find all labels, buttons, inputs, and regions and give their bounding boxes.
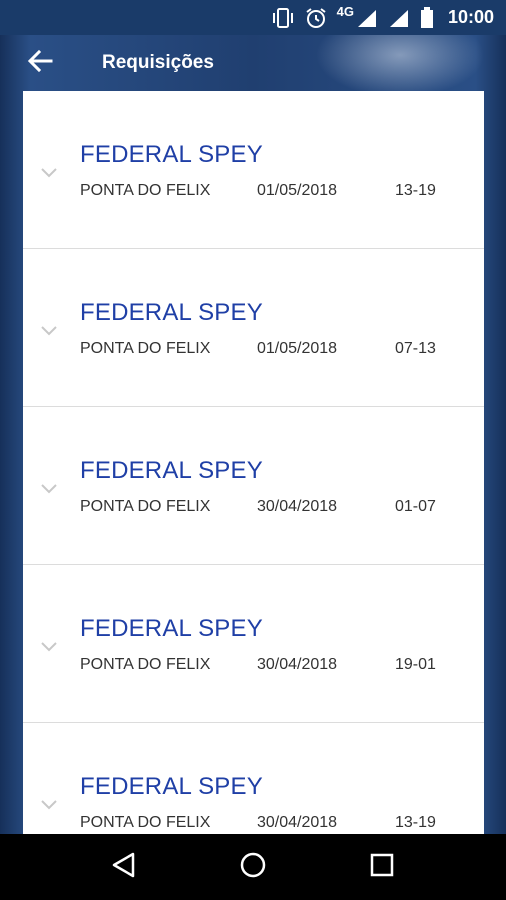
clock: 10:00 bbox=[447, 7, 494, 27]
chevron-down-icon[interactable] bbox=[40, 798, 58, 816]
chevron-down-icon[interactable] bbox=[40, 640, 58, 658]
item-location: PONTA DO FELIX bbox=[80, 498, 211, 515]
back-button[interactable] bbox=[0, 35, 80, 91]
item-time: 07-13 bbox=[395, 340, 436, 357]
item-title: FEDERAL SPEY bbox=[80, 141, 263, 168]
back-triangle-icon bbox=[111, 851, 137, 884]
item-time: 13-19 bbox=[395, 182, 436, 199]
signal-icon bbox=[356, 8, 378, 28]
chevron-down-icon[interactable] bbox=[40, 324, 58, 342]
item-time: 01-07 bbox=[395, 498, 436, 515]
battery-icon bbox=[420, 6, 434, 29]
item-title: FEDERAL SPEY bbox=[80, 299, 263, 326]
app-bar: Requisições bbox=[0, 35, 506, 91]
list-item[interactable]: FEDERAL SPEY PONTA DO FELIX 01/05/2018 1… bbox=[23, 91, 484, 249]
item-location: PONTA DO FELIX bbox=[80, 656, 211, 673]
status-bar: 4G 10:00 bbox=[0, 0, 506, 35]
list-item[interactable]: FEDERAL SPEY PONTA DO FELIX 30/04/2018 1… bbox=[23, 723, 484, 834]
list-item[interactable]: FEDERAL SPEY PONTA DO FELIX 30/04/2018 0… bbox=[23, 407, 484, 565]
alarm-icon bbox=[305, 7, 327, 29]
list-item[interactable]: FEDERAL SPEY PONTA DO FELIX 01/05/2018 0… bbox=[23, 249, 484, 407]
item-location: PONTA DO FELIX bbox=[80, 182, 211, 199]
chevron-down-icon[interactable] bbox=[40, 482, 58, 500]
chevron-down-icon[interactable] bbox=[40, 166, 58, 184]
signal-icon bbox=[388, 8, 410, 28]
item-time: 13-19 bbox=[395, 814, 436, 831]
list-item[interactable]: FEDERAL SPEY PONTA DO FELIX 30/04/2018 1… bbox=[23, 565, 484, 723]
recents-square-icon bbox=[369, 852, 395, 883]
vibrate-icon bbox=[271, 7, 295, 29]
item-location: PONTA DO FELIX bbox=[80, 340, 211, 357]
item-date: 30/04/2018 bbox=[257, 498, 338, 515]
item-date: 30/04/2018 bbox=[257, 814, 338, 831]
item-title: FEDERAL SPEY bbox=[80, 457, 263, 484]
requisition-list: FEDERAL SPEY PONTA DO FELIX 01/05/2018 1… bbox=[23, 91, 484, 834]
navigation-bar bbox=[0, 834, 506, 900]
network-type: 4G bbox=[336, 4, 354, 19]
item-date: 01/05/2018 bbox=[257, 340, 338, 357]
home-circle-icon bbox=[239, 851, 267, 884]
nav-home-button[interactable] bbox=[223, 837, 283, 897]
nav-back-button[interactable] bbox=[94, 837, 154, 897]
item-title: FEDERAL SPEY bbox=[80, 615, 263, 642]
page-title: Requisições bbox=[102, 52, 214, 73]
item-date: 01/05/2018 bbox=[257, 182, 338, 199]
item-location: PONTA DO FELIX bbox=[80, 814, 211, 831]
arrow-left-icon bbox=[27, 49, 53, 78]
item-time: 19-01 bbox=[395, 656, 436, 673]
item-date: 30/04/2018 bbox=[257, 656, 338, 673]
item-title: FEDERAL SPEY bbox=[80, 773, 263, 800]
nav-recents-button[interactable] bbox=[352, 837, 412, 897]
